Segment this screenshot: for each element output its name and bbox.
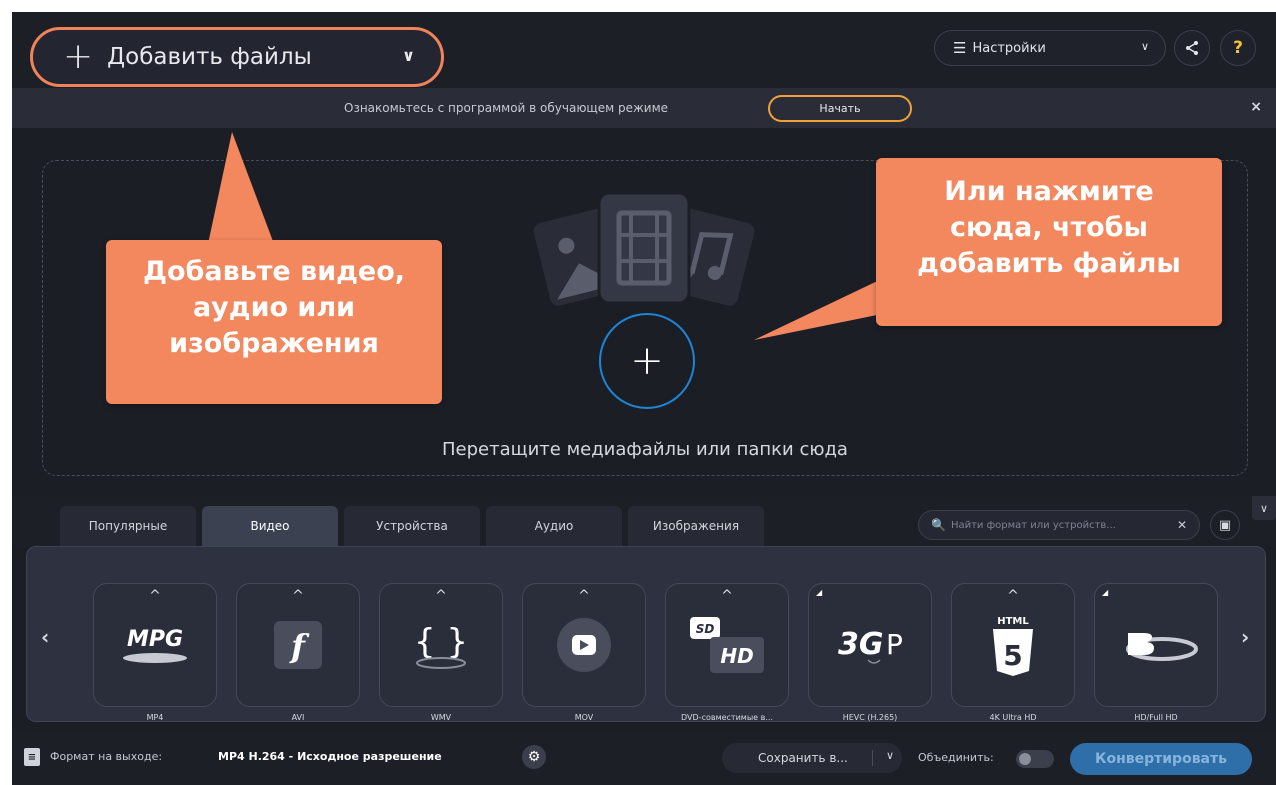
- callout-add-media: Добавьте видео, аудио или изображения: [106, 240, 442, 404]
- merge-label: Объединить:: [918, 751, 994, 764]
- status-bar: ≡ Формат на выходе: MP4 H.264 - Исходное…: [12, 730, 1276, 785]
- convert-button[interactable]: Конвертировать: [1070, 743, 1252, 775]
- add-files-button[interactable]: + Добавить файлы ∨: [30, 27, 444, 87]
- corner-marker-icon: ◢: [1102, 588, 1109, 597]
- format-label: HD/Full HD: [1134, 713, 1178, 722]
- share-button[interactable]: [1174, 30, 1210, 66]
- html5-icon: HTML 5: [952, 602, 1074, 688]
- format-tile-hd[interactable]: ◢: [1094, 583, 1218, 707]
- format-tabs-bar: Популярные Видео Устройства Аудио Изобра…: [12, 496, 1276, 546]
- divider: [872, 750, 873, 766]
- format-tile-hevc[interactable]: ◢ 3G P: [808, 583, 932, 707]
- gear-icon: ⚙: [527, 749, 541, 765]
- output-format-value[interactable]: MP4 H.264 - Исходное разрешение: [218, 750, 442, 763]
- media-files-illustration: [530, 191, 758, 309]
- sliders-icon: ☰: [953, 39, 967, 57]
- format-label: HEVC (H.265): [842, 713, 898, 722]
- top-bar: + Добавить файлы ∨ ☰ Настройки ∨ ?: [12, 12, 1276, 88]
- sd-hd-icon: SD HD: [666, 602, 788, 688]
- collapse-panel-button[interactable]: ∨: [1252, 496, 1276, 520]
- svg-text:5: 5: [1003, 639, 1022, 672]
- settings-dropdown[interactable]: ☰ Настройки ∨: [934, 30, 1166, 66]
- format-label: DVD-совместимые в...: [681, 713, 773, 722]
- svg-text:MPG: MPG: [127, 627, 183, 652]
- format-label: MOV: [574, 713, 594, 722]
- banner-text: Ознакомьтесь с программой в обучающем ре…: [344, 101, 669, 115]
- format-tile-mov[interactable]: ^: [522, 583, 646, 707]
- help-button[interactable]: ?: [1220, 30, 1256, 66]
- format-carousel: ‹ ^ MPG MP4 ^ f AVI ^ {} WMV ^ MOV ^ SD…: [26, 546, 1266, 722]
- share-icon: [1186, 41, 1198, 55]
- play-button-icon: [523, 602, 645, 688]
- chevron-down-icon: ∨: [1140, 40, 1149, 53]
- save-to-button[interactable]: Сохранить в... ∨: [722, 743, 902, 773]
- chevron-left-icon[interactable]: ‹: [41, 625, 49, 649]
- svg-text:{ }: { }: [414, 622, 468, 662]
- wmv-braces-icon: { }: [380, 602, 502, 688]
- chevron-right-icon[interactable]: ›: [1241, 625, 1249, 649]
- format-tile-4k[interactable]: ^ HTML 5: [951, 583, 1075, 707]
- callout-line: добавить файлы: [917, 247, 1181, 279]
- converter-window: + Добавить файлы ∨ ☰ Настройки ∨ ? Ознак…: [12, 12, 1276, 785]
- flash-icon: f: [237, 602, 359, 688]
- save-to-label: Сохранить в...: [758, 751, 848, 765]
- callout-line: аудио или: [192, 291, 356, 323]
- mpg-video-icon: MPG: [94, 602, 216, 688]
- search-icon: 🔍: [931, 518, 946, 532]
- format-search-input[interactable]: 🔍 Найти формат или устройств... ✕: [918, 510, 1200, 540]
- plus-icon: +: [630, 338, 664, 384]
- format-label: WMV: [430, 713, 452, 722]
- corner-marker-icon: ◢: [816, 588, 823, 597]
- tab-audio[interactable]: Аудио: [486, 506, 622, 546]
- bluray-icon: [1095, 602, 1217, 688]
- chevron-down-icon: ∨: [1259, 501, 1269, 515]
- tab-popular[interactable]: Популярные: [60, 506, 196, 546]
- drop-hint-text: Перетащите медиафайлы или папки сюда: [442, 439, 848, 460]
- callout-line: сюда, чтобы: [950, 211, 1148, 243]
- chevron-down-icon[interactable]: ∨: [886, 749, 894, 762]
- question-icon: ?: [1233, 38, 1243, 58]
- start-tutorial-button[interactable]: Начать: [768, 95, 912, 122]
- chevron-down-icon[interactable]: ∨: [402, 46, 415, 65]
- tab-images[interactable]: Изображения: [628, 506, 764, 546]
- tab-video[interactable]: Видео: [202, 506, 338, 546]
- callout-line: изображения: [169, 327, 379, 359]
- add-media-button[interactable]: +: [599, 313, 695, 409]
- clear-icon[interactable]: ✕: [1177, 518, 1187, 532]
- svg-text:HD: HD: [720, 644, 753, 668]
- tutorial-banner: Ознакомьтесь с программой в обучающем ре…: [12, 88, 1276, 128]
- format-tile-dvd[interactable]: ^ SD HD: [665, 583, 789, 707]
- close-icon[interactable]: ×: [1250, 99, 1262, 115]
- svg-text:HTML: HTML: [997, 616, 1029, 627]
- format-tile-wmv[interactable]: ^ { }: [379, 583, 503, 707]
- plus-icon: +: [63, 36, 94, 77]
- toggle-knob: [1019, 753, 1031, 765]
- 3gp-icon: 3G P: [809, 602, 931, 688]
- document-search-icon: ▣: [1218, 517, 1232, 533]
- callout-click-here: Или нажмите сюда, чтобы добавить файлы: [876, 158, 1222, 326]
- svg-text:3G: 3G: [838, 627, 884, 662]
- add-files-label: Добавить файлы: [107, 44, 312, 70]
- settings-label: Настройки: [972, 40, 1046, 56]
- merge-toggle[interactable]: [1016, 750, 1054, 768]
- format-settings-button[interactable]: ⚙: [522, 745, 546, 769]
- format-label: MP4: [146, 713, 164, 722]
- format-label: 4K Ultra HD: [989, 713, 1037, 722]
- format-tile-mp4[interactable]: ^ MPG: [93, 583, 217, 707]
- svg-text:SD: SD: [696, 622, 715, 636]
- format-preview-button[interactable]: ▣: [1210, 510, 1240, 540]
- format-label: AVI: [291, 713, 305, 722]
- svg-text:P: P: [886, 628, 903, 661]
- tab-devices[interactable]: Устройства: [344, 506, 480, 546]
- output-format-label: Формат на выходе:: [50, 750, 163, 763]
- format-tile-avi[interactable]: ^ f: [236, 583, 360, 707]
- search-placeholder: Найти формат или устройств...: [950, 519, 1116, 531]
- document-icon: ≡: [24, 748, 40, 766]
- callout-line: Добавьте видео,: [142, 256, 406, 287]
- callout-line: Или нажмите: [944, 176, 1154, 207]
